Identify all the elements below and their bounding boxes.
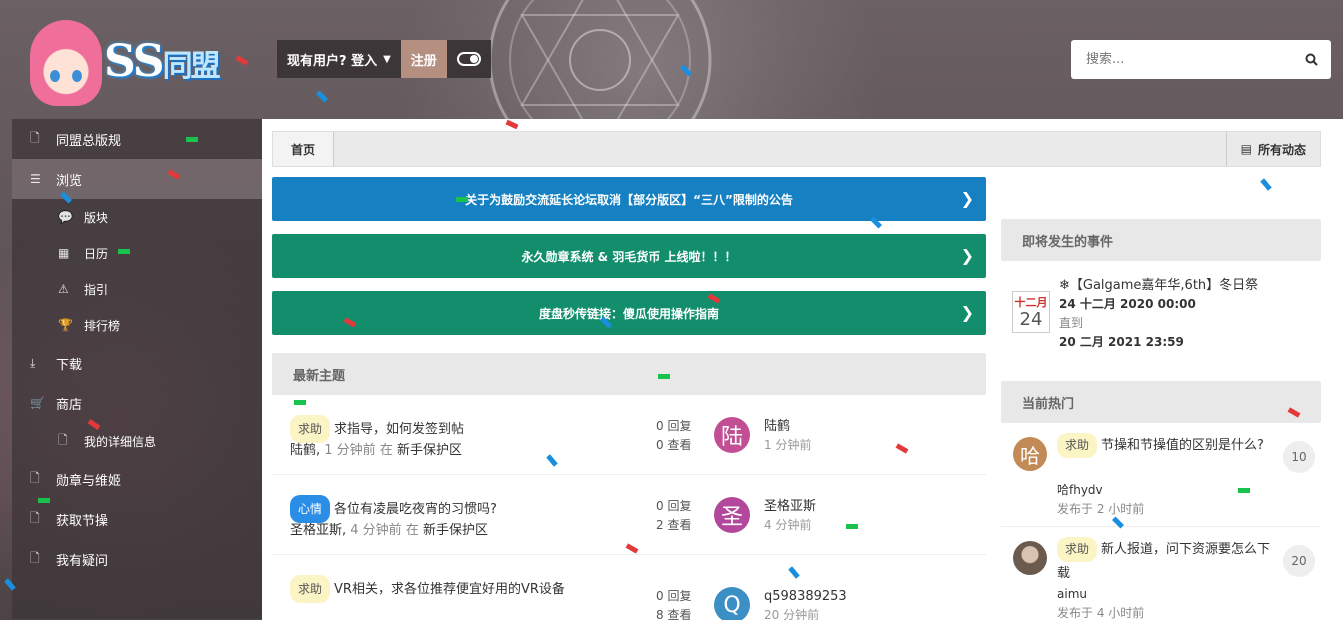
document-icon: 🗋 [30,130,40,145]
all-activity-link[interactable]: ▤ 所有动态 [1225,132,1320,166]
avatar[interactable]: Q [714,587,750,620]
list-icon: ☰ [30,172,41,186]
search-icon[interactable] [1291,53,1331,66]
login-label: 现有用户? 登入 [287,53,378,69]
sidebar-item-forums[interactable]: 💬 版块 [12,199,262,235]
document-icon: 🗋 [58,432,68,447]
sidebar-footer [12,579,262,619]
confetti-decoration [186,137,198,142]
theme-toggle[interactable] [446,40,491,78]
sidebar-item-medals[interactable]: 🗋 勋章与维姬 [12,459,262,499]
avatar[interactable]: 哈 [1013,437,1047,471]
search-input[interactable] [1071,40,1291,79]
event-info: ❄【Galgame嘉年华,6th】冬日祭 24 十二月 2020 00:00 直… [1059,276,1259,349]
topic-tag: 求助 [1057,537,1098,562]
trending-title[interactable]: 求助 节操和节操值的区别是什么? [1057,433,1275,458]
document-icon: 🗋 [30,470,40,485]
topic-author[interactable]: 圣格亚斯 [290,523,342,538]
trending-title[interactable]: 求助 新人报道，问下资源要怎么下载 [1057,537,1275,585]
confetti-decoration [456,197,468,202]
chat-icon: 💬 [58,210,73,224]
avatar[interactable] [1013,541,1047,575]
confetti-decoration [1238,488,1250,493]
confetti-decoration [118,249,130,254]
reply-count-badge: 10 [1283,441,1315,473]
announcement-banner[interactable]: 关于为鼓励交流延长论坛取消【部分版区】“三八”限制的公告 ❯ [272,177,986,221]
mascot-image [30,20,102,106]
download-icon: ⤓ [30,355,36,370]
warning-icon: ⚠ [58,282,69,296]
last-poster: q598389253 20 分钟前 [764,589,847,620]
chevron-right-icon: ❯ [960,189,974,208]
topic-stats: 0 回复 8 查看 [656,589,692,620]
sidebar-nav: 🗋 同盟总版规 ☰ 浏览 💬 版块 ▦ 日历 ⚠ 指引 🏆 排行榜 ⤓ 下载 🛒 商店 🗋 我的详… [12,119,262,619]
trending-item: 哈 求助 节操和节操值的区别是什么? 哈fhydv 发布于 2 小时前 10 [1001,427,1321,527]
confetti-decoration [38,498,50,503]
confetti-decoration [658,374,670,379]
caret-down-icon: ▼ [383,53,391,65]
sidebar-item-earn-points[interactable]: 🗋 获取节操 [12,499,262,539]
topic-stats: 0 回复 0 查看 [656,419,692,452]
breadcrumb-home[interactable]: 首页 [273,132,335,166]
user-bar: 现有用户? 登入 ▼ 注册 [277,40,491,78]
upcoming-events-header: 即将发生的事件 [1001,219,1321,261]
trending-header: 当前热门 [1001,381,1321,423]
register-button[interactable]: 注册 [400,40,447,78]
activity-icon: ▤ [1240,142,1252,156]
topic-stats: 0 回复 2 查看 [656,499,692,532]
announcement-banner[interactable]: 度盘秒传链接：傻瓜使用操作指南 ❯ [272,291,986,335]
topic-meta: 圣格亚斯, 4 分钟前 在 新手保护区 [290,523,488,538]
logo-text: SS同盟 [104,36,221,87]
confetti-decoration [294,400,306,405]
sidebar-item-rules[interactable]: 🗋 同盟总版规 [12,119,262,159]
topic-forum-link[interactable]: 新手保护区 [423,523,488,538]
calendar-icon: ▦ [58,246,70,260]
sidebar-item-browse[interactable]: ☰ 浏览 [12,159,262,199]
chevron-right-icon: ❯ [960,303,974,322]
search-box [1071,40,1331,79]
event-item[interactable]: 十二月 24 ❄【Galgame嘉年华,6th】冬日祭 24 十二月 2020 … [1001,274,1321,354]
avatar[interactable]: 圣 [714,497,750,533]
topic-tag: 求助 [290,575,331,603]
topic-meta: 陆鹤, 1 分钟前 在 新手保护区 [290,443,462,458]
login-button[interactable]: 现有用户? 登入 ▼ [277,40,401,78]
topic-author[interactable]: 陆鹤 [290,443,316,458]
event-title[interactable]: ❄【Galgame嘉年华,6th】冬日祭 [1059,276,1258,295]
confetti-decoration [846,524,858,529]
last-poster: 圣格亚斯 4 分钟前 [764,499,817,532]
cart-icon: 🛒 [30,396,45,410]
sidebar-item-leaderboard[interactable]: 🏆 排行榜 [12,307,262,343]
latest-topics-header: 最新主题 [272,353,986,395]
topic-row: 求助 VR相关，求各位推荐便宜好用的VR设备 0 回复 8 查看 Q q598389… [272,555,986,620]
topic-tag: 求助 [1057,433,1098,458]
site-logo[interactable]: SS同盟 [22,8,242,108]
breadcrumb: 首页 ▤ 所有动态 [272,131,1321,167]
chevron-right-icon: ❯ [960,246,974,265]
reply-count-badge: 20 [1283,545,1315,577]
toggle-icon [456,52,481,66]
announcement-banner[interactable]: 永久勋章系统 & 羽毛货币 上线啦！！！ ❯ [272,234,986,278]
sidebar-item-faq[interactable]: 🗋 我有疑问 [12,539,262,579]
topic-title[interactable]: 求助 VR相关，求各位推荐便宜好用的VR设备 [290,575,620,603]
document-icon: 🗋 [30,510,40,525]
trending-item: 求助 新人报道，问下资源要怎么下载 aimu 发布于 4 小时前 20 [1001,531,1321,620]
sidebar-item-guide[interactable]: ⚠ 指引 [12,271,262,307]
sidebar-item-my-details[interactable]: 🗋 我的详细信息 [12,423,262,459]
sidebar-item-calendar[interactable]: ▦ 日历 [12,235,262,271]
topic-forum-link[interactable]: 新手保护区 [397,443,462,458]
document-icon: 🗋 [30,550,40,565]
sidebar-item-store[interactable]: 🛒 商店 [12,383,262,423]
avatar[interactable]: 陆 [714,417,750,453]
trending-meta: aimu 发布于 4 小时前 [1057,587,1145,620]
trophy-icon: 🏆 [58,318,73,332]
main-content: 首页 ▤ 所有动态 关于为鼓励交流延长论坛取消【部分版区】“三八”限制的公告 ❯… [262,119,1343,620]
trending-meta: 哈fhydv 发布于 2 小时前 [1057,483,1145,516]
sidebar-item-download[interactable]: ⤓ 下载 [12,343,262,383]
last-poster: 陆鹤 1 分钟前 [764,419,812,452]
topic-row: 求助 求指导，如何发签到帖 陆鹤, 1 分钟前 在 新手保护区 0 回复 0 查看 … [272,395,986,475]
calendar-date-icon: 十二月 24 [1012,291,1050,333]
